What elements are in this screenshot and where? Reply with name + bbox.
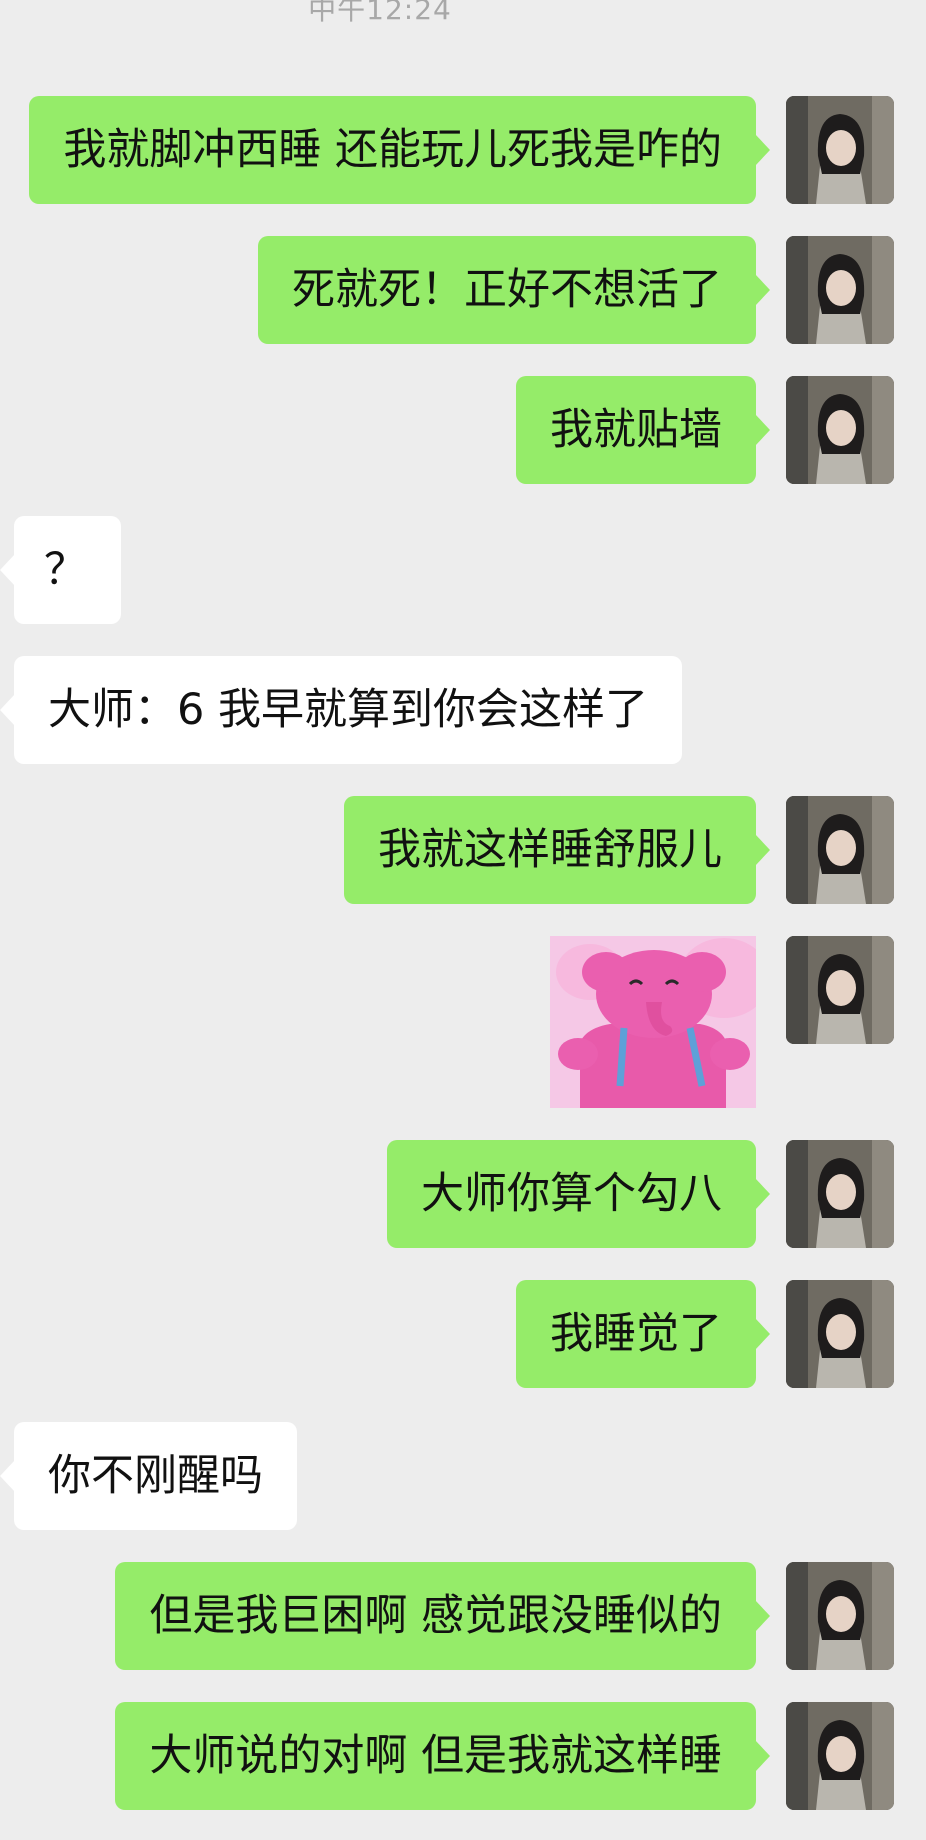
user-avatar[interactable] [786, 1702, 894, 1810]
message-row: 大师：6 我早就算到你会这样了 [0, 656, 926, 764]
sent-message-bubble[interactable]: 我睡觉了 [516, 1280, 770, 1388]
received-message-bubble[interactable]: 你不刚醒吗 [0, 1422, 297, 1530]
sent-message-bubble[interactable]: 我就贴墙 [516, 376, 770, 484]
message-row: 我睡觉了 [0, 1280, 926, 1388]
sent-message-bubble[interactable]: 我就脚冲西睡 还能玩儿死我是咋的 [29, 96, 770, 204]
user-avatar[interactable] [786, 96, 894, 204]
received-message-bubble[interactable]: ？ [0, 516, 121, 624]
message-row: 大师说的对啊 但是我就这样睡 [0, 1702, 926, 1810]
sent-message-bubble[interactable]: 但是我巨困啊 感觉跟没睡似的 [115, 1562, 770, 1670]
sent-message-bubble[interactable]: 死就死！正好不想活了 [258, 236, 770, 344]
user-avatar[interactable] [786, 1140, 894, 1248]
message-row: 你不刚醒吗 [0, 1422, 926, 1530]
sent-message-bubble[interactable]: 大师说的对啊 但是我就这样睡 [115, 1702, 770, 1810]
user-avatar[interactable] [786, 236, 894, 344]
chat-timestamp: 中午12:24 [308, 0, 452, 26]
message-row: 死就死！正好不想活了 [0, 236, 926, 344]
message-row: 但是我巨困啊 感觉跟没睡似的 [0, 1562, 926, 1670]
user-avatar[interactable] [786, 1562, 894, 1670]
user-avatar[interactable] [786, 936, 894, 1044]
message-row: 我就这样睡舒服儿 [0, 796, 926, 904]
message-row: ？ [0, 516, 926, 624]
user-avatar[interactable] [786, 376, 894, 484]
sent-message-bubble[interactable]: 大师你算个勾八 [387, 1140, 770, 1248]
message-row: 我就贴墙 [0, 376, 926, 484]
message-row: 我就脚冲西睡 还能玩儿死我是咋的 [0, 96, 926, 204]
pink-elephant-sticker[interactable] [550, 936, 756, 1108]
sent-message-bubble[interactable]: 我就这样睡舒服儿 [344, 796, 770, 904]
message-row [0, 936, 926, 1108]
user-avatar[interactable] [786, 796, 894, 904]
message-row: 大师你算个勾八 [0, 1140, 926, 1248]
user-avatar[interactable] [786, 1280, 894, 1388]
received-message-bubble[interactable]: 大师：6 我早就算到你会这样了 [0, 656, 683, 764]
